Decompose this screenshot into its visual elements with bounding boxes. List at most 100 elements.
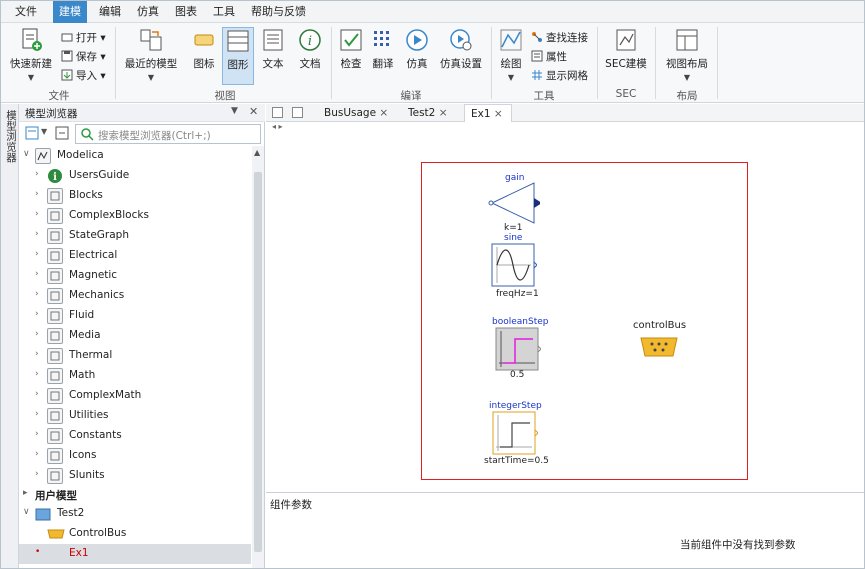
model-browser-vertical-tab[interactable]: 模型浏览器 [4,110,19,163]
tab-ex1[interactable]: Ex1 × [464,104,512,122]
tree-item-utilities[interactable]: › Utilities [19,406,251,426]
tree-item-media[interactable]: › Media [19,326,251,346]
icon-view-label: 图标 [193,58,215,70]
find-connection-button[interactable]: 查找连接 [531,29,588,47]
recent-models-button[interactable]: 最近的模型 ▼ [123,27,179,82]
filter-icon[interactable] [25,126,39,143]
close-icon[interactable]: × [494,108,503,120]
group-separator [597,27,598,99]
menu-file[interactable]: 文件 [9,1,43,23]
chevron-right-icon[interactable]: › [35,249,39,259]
draw-button[interactable]: 绘图 ▼ [497,27,525,82]
sine-block[interactable] [491,243,538,290]
group-label-compile: 编译 [400,90,422,102]
chevron-right-icon[interactable]: › [35,429,39,439]
tree-item-usersguide[interactable]: › i UsersGuide [19,166,251,186]
tree-item-electrical[interactable]: › Electrical [19,246,251,266]
chevron-right-icon[interactable]: › [35,309,39,319]
diagram-view-icon [225,28,251,54]
tree-item-icons[interactable]: › Icons [19,446,251,466]
menu-tools[interactable]: 工具 [207,1,241,23]
chevron-right-icon[interactable]: ▸ [23,488,28,498]
tree-item-math[interactable]: › Math [19,366,251,386]
scrollbar-thumb[interactable] [254,172,262,552]
view-layout-button[interactable]: 视图布局 ▼ [663,27,711,82]
menu-chart[interactable]: 图表 [169,1,203,23]
tree-user-root-test2[interactable]: ∨ Test2 [19,504,251,524]
integer-step-block[interactable] [492,411,539,458]
chevron-right-icon[interactable]: › [35,409,39,419]
bullet-icon[interactable]: • [35,547,40,557]
draw-icon [498,27,524,53]
import-button[interactable]: 导入 ▾ [61,67,106,85]
tree-item-ex1[interactable]: • Ex1 [19,544,251,564]
chevron-right-icon[interactable]: › [35,389,39,399]
menu-edit[interactable]: 编辑 [93,1,127,23]
chevron-right-icon[interactable]: › [35,169,39,179]
menu-simulate[interactable]: 仿真 [131,1,165,23]
chevron-right-icon[interactable]: › [35,369,39,379]
tree-item-fluid[interactable]: › Fluid [19,306,251,326]
menu-modeling[interactable]: 建模 [53,1,87,23]
sim-settings-button[interactable]: 仿真设置 [437,27,485,71]
simulate-button[interactable]: 仿真 [403,27,431,71]
doc-view-button[interactable]: i 文档 [295,27,325,71]
group-separator [655,27,656,99]
check-button[interactable]: 检查 [337,27,365,71]
chevron-down-icon[interactable]: ∨ [23,149,30,159]
properties-button[interactable]: 属性 [531,48,567,66]
chevron-right-icon[interactable]: › [35,449,39,459]
open-button[interactable]: 打开 ▾ [61,29,106,47]
chevron-right-icon[interactable]: › [35,349,39,359]
info-icon: i [297,27,323,53]
diagram-canvas[interactable]: ◂ ▸ gain k=1 sine freqHz=1 booleanStep 0… [266,122,864,492]
tree-item-controlbus[interactable]: ControlBus [19,524,251,544]
search-input[interactable]: 搜索模型浏览器(Ctrl+;) [75,124,261,144]
boolean-step-block[interactable] [495,327,542,374]
chevron-down-icon[interactable]: ▼ [41,127,47,136]
tree-item-constants[interactable]: › Constants [19,426,251,446]
chevron-right-icon[interactable]: › [35,469,39,479]
translate-button[interactable]: 翻译 [369,27,397,71]
chevron-right-icon[interactable]: › [35,289,39,299]
gain-block[interactable] [488,181,542,228]
chevron-right-icon[interactable]: › [35,189,39,199]
chevron-up-icon[interactable]: ▲ [254,148,260,157]
tree-item-complexmath[interactable]: › ComplexMath [19,386,251,406]
quick-new-button[interactable]: 快速新建 ▼ [9,27,53,82]
tab-pin-icon[interactable] [292,107,303,121]
tree-item-siunits[interactable]: › SIunits [19,466,251,486]
tree-item-complexblocks[interactable]: › ComplexBlocks [19,206,251,226]
new-file-icon [18,27,44,53]
tree-item-blocks[interactable]: › Blocks [19,186,251,206]
text-view-button[interactable]: 文本 [258,27,288,71]
save-button[interactable]: 保存 ▾ [61,48,106,66]
tab-test2[interactable]: Test2 × [406,104,458,122]
browser-scrollbar[interactable]: ▲ [252,146,264,568]
control-bus-connector[interactable] [638,335,680,362]
tree-item-stategraph[interactable]: › StateGraph [19,226,251,246]
nav-back-icon[interactable]: ◂ ▸ [272,122,283,131]
tree-item-magnetic[interactable]: › Magnetic [19,266,251,286]
menu-help[interactable]: 帮助与反馈 [245,1,312,23]
chevron-right-icon[interactable]: › [35,229,39,239]
sec-modeling-button[interactable]: SEC建模 [603,27,649,71]
chevron-down-icon[interactable]: ▼ [231,106,238,116]
collapse-all-icon[interactable] [55,126,69,143]
close-icon[interactable]: × [439,107,448,119]
user-models-header[interactable]: ▸ 用户模型 [19,485,251,505]
diagram-view-button[interactable]: 图形 [222,27,254,85]
tree-root-modelica[interactable]: ∨ Modelica [19,146,251,166]
close-icon[interactable]: × [379,107,388,119]
chevron-right-icon[interactable]: › [35,209,39,219]
chevron-right-icon[interactable]: › [35,329,39,339]
icon-view-button[interactable]: 图标 [189,27,219,71]
tree-item-thermal[interactable]: › Thermal [19,346,251,366]
tree-item-mechanics[interactable]: › Mechanics [19,286,251,306]
chevron-right-icon[interactable]: › [35,269,39,279]
close-icon[interactable]: ✕ [249,105,258,118]
tab-menu-icon[interactable] [272,107,283,121]
tab-bususage[interactable]: BusUsage × [322,104,392,122]
show-grid-button[interactable]: 显示网格 [531,67,588,85]
chevron-down-icon[interactable]: ∨ [23,507,30,517]
